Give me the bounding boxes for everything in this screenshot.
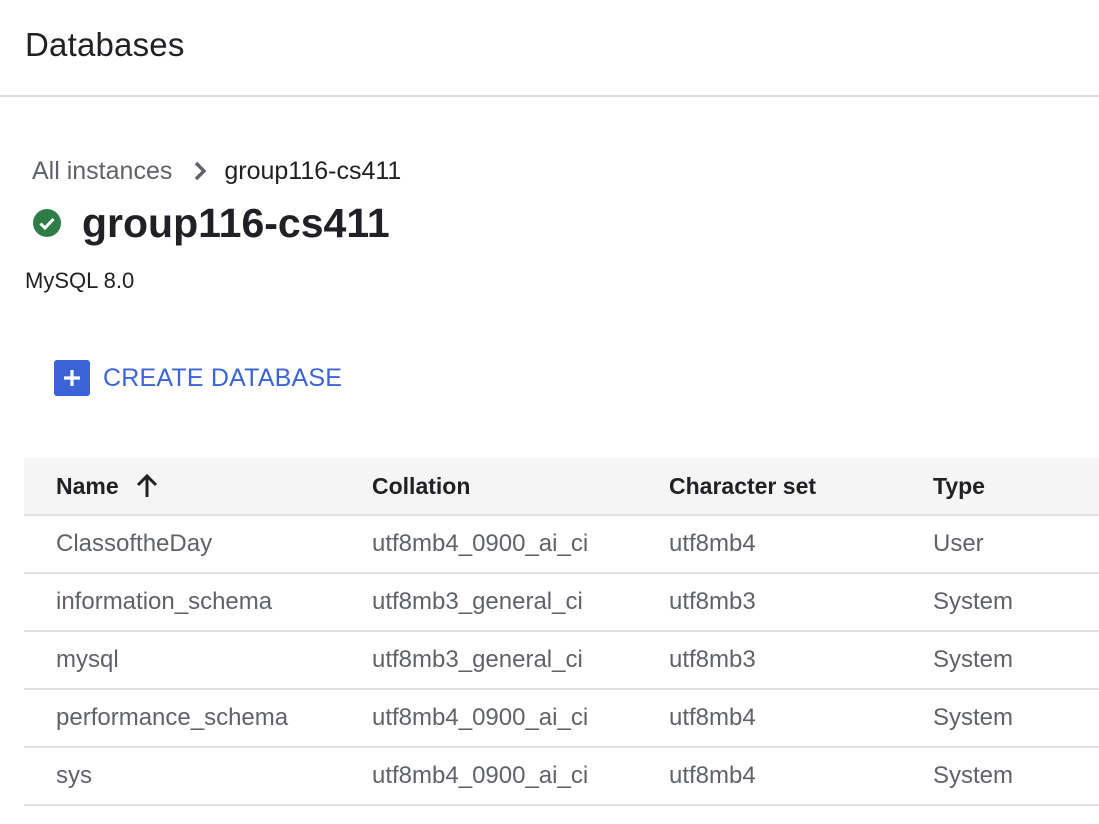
cell-name: mysql	[56, 646, 119, 673]
cell-type: System	[933, 646, 1014, 673]
cell-character-set: utf8mb4	[669, 704, 756, 731]
breadcrumb-all-instances-link[interactable]: All instances	[32, 157, 172, 186]
instance-name: group116-cs411	[82, 199, 390, 246]
cell-type: User	[933, 530, 984, 557]
cell-collation: utf8mb3_general_ci	[372, 588, 583, 615]
breadcrumb-current: group116-cs411	[224, 156, 402, 185]
breadcrumb: All instances group116-cs411	[32, 155, 401, 187]
instance-title: group116-cs411	[32, 198, 390, 248]
cell-type: System	[933, 588, 1014, 615]
column-header-name[interactable]: Name	[56, 458, 159, 514]
create-database-label: CREATE DATABASE	[103, 363, 343, 392]
table-row[interactable]: ClassoftheDay utf8mb4_0900_ai_ci utf8mb4…	[24, 516, 1099, 574]
cell-character-set: utf8mb4	[669, 762, 756, 789]
page-header: Databases	[0, 0, 1099, 97]
table-row[interactable]: mysql utf8mb3_general_ci utf8mb3 System	[24, 632, 1099, 690]
databases-table: Name Collation Character set Type Classo…	[24, 458, 1099, 806]
page-title: Databases	[25, 26, 185, 63]
cell-character-set: utf8mb3	[669, 646, 756, 673]
cell-collation: utf8mb3_general_ci	[372, 646, 583, 673]
column-header-collation[interactable]: Collation	[372, 458, 470, 514]
cell-collation: utf8mb4_0900_ai_ci	[372, 704, 589, 731]
cell-name: sys	[56, 762, 92, 789]
create-database-button[interactable]: CREATE DATABASE	[54, 360, 342, 396]
column-header-name-label: Name	[56, 472, 119, 499]
cell-name: performance_schema	[56, 704, 289, 731]
cell-collation: utf8mb4_0900_ai_ci	[372, 530, 589, 557]
check-circle-icon	[32, 208, 62, 238]
cell-character-set: utf8mb4	[669, 530, 756, 557]
table-header-row: Name Collation Character set Type	[24, 458, 1099, 516]
cell-name: ClassoftheDay	[56, 530, 213, 557]
table-row[interactable]: sys utf8mb4_0900_ai_ci utf8mb4 System	[24, 748, 1099, 806]
table-row[interactable]: performance_schema utf8mb4_0900_ai_ci ut…	[24, 690, 1099, 748]
engine-version: MySQL 8.0	[25, 268, 135, 293]
cell-type: System	[933, 762, 1014, 789]
column-header-character-set[interactable]: Character set	[669, 458, 816, 514]
chevron-right-icon	[182, 160, 218, 182]
cell-collation: utf8mb4_0900_ai_ci	[372, 762, 589, 789]
column-header-type[interactable]: Type	[933, 458, 985, 514]
cell-name: information_schema	[56, 588, 273, 615]
cell-character-set: utf8mb3	[669, 588, 756, 615]
add-box-icon	[54, 360, 90, 396]
cell-type: System	[933, 704, 1014, 731]
arrow-up-icon[interactable]	[135, 473, 159, 499]
table-row[interactable]: information_schema utf8mb3_general_ci ut…	[24, 574, 1099, 632]
